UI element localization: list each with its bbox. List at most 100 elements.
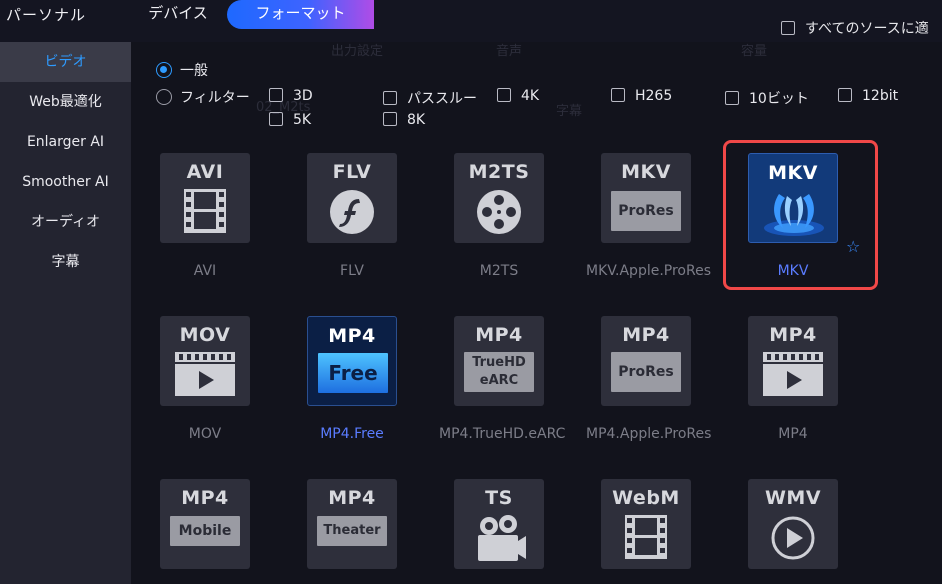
radio-off-icon (156, 89, 172, 105)
background-text: 容量 (741, 44, 768, 59)
format-label: MKV.Apple.ProRes (586, 263, 712, 279)
format-tile-mp4-theater[interactable]: MP4 Theater (292, 479, 412, 569)
format-tile-wmv[interactable]: WMV (733, 479, 853, 569)
format-tile-mkv-prores[interactable]: MKV ProRes MKV.Apple.ProRes (586, 153, 712, 279)
filter-label: パススルー (407, 91, 477, 107)
format-icon: MOV (160, 316, 250, 406)
flash-icon (330, 190, 374, 234)
checkbox-icon (611, 88, 625, 102)
format-icon: WebM (601, 479, 691, 569)
free-badge-icon: Free (318, 353, 388, 393)
filter-passthrough[interactable]: パススルー (383, 88, 477, 108)
format-label: FLV (340, 263, 364, 279)
checkbox-icon (383, 112, 397, 126)
format-tile-m2ts[interactable]: M2TS M2TS (439, 153, 559, 279)
sidebar-item-smoother[interactable]: Smoother AI (0, 162, 131, 202)
format-title: MP4 (475, 324, 523, 346)
format-title: MP4 (328, 325, 376, 347)
filter-4k[interactable]: 4K (497, 88, 539, 104)
format-label: MP4.Free (320, 426, 384, 442)
checkbox-icon (269, 88, 283, 102)
filter-label: 4K (521, 88, 540, 104)
film-reel-icon (477, 190, 521, 234)
filter-h265[interactable]: H265 (611, 88, 672, 104)
format-tile-mp4-free[interactable]: MP4 Free MP4.Free (292, 316, 412, 442)
theater-badge-icon: Theater (317, 516, 387, 546)
sidebar-item-audio[interactable]: オーディオ (0, 202, 131, 242)
clapper-play-icon (175, 352, 235, 396)
format-icon: M2TS (454, 153, 544, 243)
format-tile-flv[interactable]: FLV FLV (292, 153, 412, 279)
format-tile-mp4[interactable]: MP4 MP4 (733, 316, 853, 442)
format-tile-mp4-prores[interactable]: MP4 ProRes MP4.Apple.ProRes (586, 316, 712, 442)
filter-label: 12bit (862, 88, 899, 104)
format-label: MP4 (778, 426, 808, 442)
tab-format[interactable]: フォーマット (227, 0, 374, 29)
film-strip-icon (625, 515, 667, 559)
format-icon: MP4 Mobile (160, 479, 250, 569)
checkbox-icon (497, 88, 511, 102)
prores-badge-icon: ProRes (611, 352, 681, 392)
sidebar-item-enlarger[interactable]: Enlarger AI (0, 122, 131, 162)
format-tile-ts[interactable]: TS (439, 479, 559, 569)
filter-3d[interactable]: 3D (269, 88, 313, 104)
background-text: 音声 (496, 44, 523, 59)
filter-12bit[interactable]: 12bit (838, 88, 898, 104)
format-icon: MP4 TrueHD eARC (454, 316, 544, 406)
camera-icon (478, 515, 526, 561)
radio-filter-label: フィルター (180, 90, 250, 106)
apply-all-sources-label: すべてのソースに適 (805, 21, 929, 37)
radio-filter[interactable]: フィルター (156, 87, 250, 107)
filter-5k[interactable]: 5K (269, 112, 311, 128)
format-icon: FLV (307, 153, 397, 243)
checkbox-icon (725, 91, 739, 105)
background-text: 出力設定 (331, 44, 384, 59)
filter-label: 5K (293, 112, 312, 128)
truehd-badge-icon: TrueHD eARC (464, 352, 534, 392)
format-title: MP4 (181, 487, 229, 509)
format-label: MP4.TrueHD.eARC (439, 426, 566, 442)
apply-all-sources-checkbox[interactable]: すべてのソースに適 (781, 18, 929, 38)
radio-general[interactable]: 一般 (156, 60, 208, 80)
checkbox-icon (838, 88, 852, 102)
checkbox-icon (781, 21, 795, 35)
play-circle-icon (771, 516, 815, 560)
category-sidebar: ビデオ Web最適化 Enlarger AI Smoother AI オーディオ… (0, 42, 131, 584)
format-tile-avi[interactable]: AVI AVI (145, 153, 265, 279)
radio-general-label: 一般 (180, 63, 208, 79)
format-icon: MKV ProRes (601, 153, 691, 243)
format-icon: MP4 (748, 316, 838, 406)
filter-10bit[interactable]: 10ビット (725, 88, 809, 108)
format-tile-mp4-truehd[interactable]: MP4 TrueHD eARC MP4.TrueHD.eARC (439, 316, 566, 442)
format-label: MOV (188, 426, 222, 442)
filter-label: H265 (635, 88, 673, 104)
background-text: 字幕 (556, 104, 583, 119)
format-icon: MP4 Theater (307, 479, 397, 569)
selected-format-highlight (723, 140, 878, 290)
checkbox-icon (383, 91, 397, 105)
format-label: MP4.Apple.ProRes (586, 426, 712, 442)
personal-label[interactable]: パーソナル (6, 4, 86, 25)
format-label: AVI (193, 263, 217, 279)
format-tile-webm[interactable]: WebM (586, 479, 706, 569)
format-tile-mov[interactable]: MOV MOV (145, 316, 265, 442)
favorite-star-icon[interactable]: ☆ (846, 237, 860, 256)
format-icon: AVI (160, 153, 250, 243)
filter-label: 8K (407, 112, 426, 128)
clapper-play-icon (763, 352, 823, 396)
mobile-badge-icon: Mobile (170, 516, 240, 546)
format-icon: WMV (748, 479, 838, 569)
format-title: MKV (621, 161, 671, 183)
format-tile-mp4-mobile[interactable]: MP4 Mobile (145, 479, 265, 569)
filter-label: 10ビット (749, 91, 809, 107)
format-icon: MP4 ProRes (601, 316, 691, 406)
sidebar-item-video[interactable]: ビデオ (0, 42, 131, 82)
sidebar-item-subtitle[interactable]: 字幕 (0, 242, 131, 282)
sidebar-item-web[interactable]: Web最適化 (0, 82, 131, 122)
format-label: M2TS (479, 263, 519, 279)
format-title: MP4 (328, 487, 376, 509)
filter-8k[interactable]: 8K (383, 112, 425, 128)
filter-label: 3D (293, 88, 313, 104)
tab-device[interactable]: デバイス (130, 0, 226, 29)
radio-on-icon (156, 62, 172, 78)
